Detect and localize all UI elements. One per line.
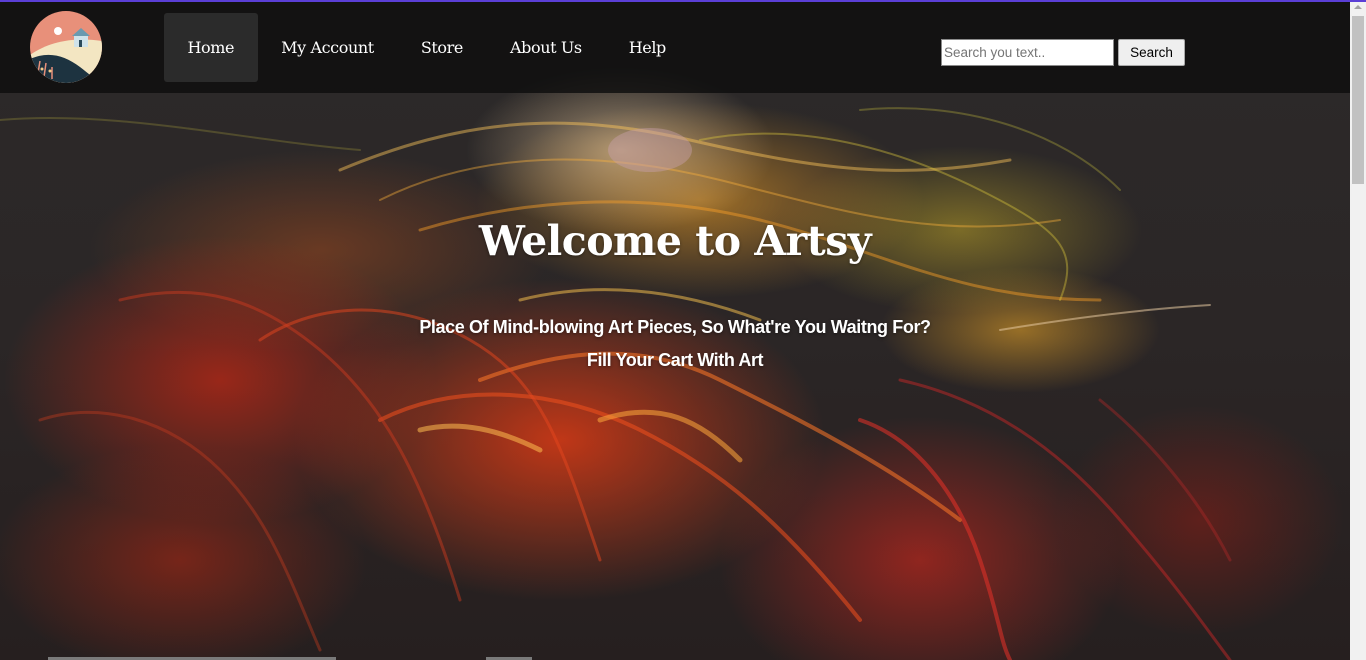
hero-subtitle-line-2: Fill Your Cart With Art — [586, 350, 764, 370]
navbar: Home My Account Store About Us Help Sear… — [0, 0, 1350, 93]
hero-subtitle-line-1: Place Of Mind-blowing Art Pieces, So Wha… — [419, 317, 931, 337]
art-logo-icon[interactable] — [30, 11, 102, 83]
scrollbar-thumb[interactable] — [1352, 16, 1364, 184]
nav-menu: Home My Account Store About Us Help — [164, 13, 689, 82]
nav-link-help[interactable]: Help — [605, 13, 689, 82]
search-button[interactable]: Search — [1118, 39, 1185, 66]
hero-subtitle: Place Of Mind-blowing Art Pieces, So Wha… — [0, 311, 1350, 377]
page: Home My Account Store About Us Help Sear… — [0, 0, 1366, 660]
scroll-up-arrow-icon[interactable] — [1354, 5, 1362, 9]
top-accent-border — [0, 0, 1366, 2]
nav-link-about-us[interactable]: About Us — [486, 13, 605, 82]
search-input[interactable] — [941, 39, 1114, 66]
nav-link-store[interactable]: Store — [397, 13, 486, 82]
vertical-scrollbar[interactable] — [1350, 0, 1366, 660]
nav-link-home[interactable]: Home — [164, 13, 258, 82]
hero-title: Welcome to Artsy — [478, 217, 872, 265]
nav-link-my-account[interactable]: My Account — [258, 13, 398, 82]
